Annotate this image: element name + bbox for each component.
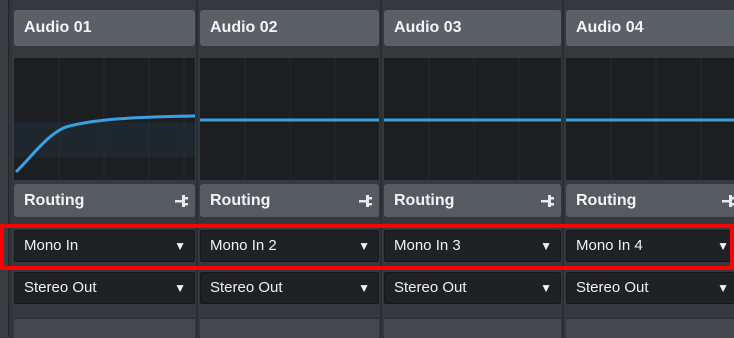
routing-section-header[interactable]: Routing bbox=[200, 184, 379, 217]
channel-name[interactable]: Audio 01 bbox=[14, 10, 195, 46]
dropdown-arrow-icon: ▼ bbox=[717, 239, 729, 253]
eq-curve-display[interactable] bbox=[384, 58, 561, 180]
output-routing-dropdown[interactable]: Stereo Out ▼ bbox=[566, 272, 734, 304]
output-routing-value: Stereo Out bbox=[576, 279, 649, 296]
mixer-left-edge bbox=[0, 0, 9, 337]
dropdown-arrow-icon: ▼ bbox=[174, 281, 186, 295]
channel-footer bbox=[14, 318, 195, 338]
output-routing-value: Stereo Out bbox=[394, 279, 467, 296]
routing-icon[interactable] bbox=[720, 193, 734, 209]
channel-footer bbox=[566, 318, 734, 338]
channel-strip-audio-02: Audio 02 Routing Mono In 2 ▼ Stereo Out … bbox=[198, 0, 382, 338]
channel-name[interactable]: Audio 03 bbox=[384, 10, 561, 46]
routing-section-header[interactable]: Routing bbox=[14, 184, 195, 217]
channel-footer bbox=[200, 318, 379, 338]
input-routing-dropdown[interactable]: Mono In 4 ▼ bbox=[566, 230, 734, 262]
routing-icon[interactable] bbox=[539, 193, 555, 209]
dropdown-arrow-icon: ▼ bbox=[358, 239, 370, 253]
dropdown-arrow-icon: ▼ bbox=[358, 281, 370, 295]
dropdown-arrow-icon: ▼ bbox=[174, 239, 186, 253]
eq-curve-display[interactable] bbox=[200, 58, 379, 180]
input-routing-value: Mono In 2 bbox=[210, 237, 277, 254]
output-routing-value: Stereo Out bbox=[24, 279, 97, 296]
input-routing-dropdown[interactable]: Mono In ▼ bbox=[14, 230, 195, 262]
channel-name[interactable]: Audio 02 bbox=[200, 10, 379, 46]
eq-curve-display[interactable] bbox=[14, 58, 195, 180]
output-routing-dropdown[interactable]: Stereo Out ▼ bbox=[14, 272, 195, 304]
input-routing-dropdown[interactable]: Mono In 3 ▼ bbox=[384, 230, 561, 262]
routing-icon[interactable] bbox=[357, 193, 373, 209]
routing-section-header[interactable]: Routing bbox=[384, 184, 561, 217]
dropdown-arrow-icon: ▼ bbox=[717, 281, 729, 295]
output-routing-dropdown[interactable]: Stereo Out ▼ bbox=[384, 272, 561, 304]
output-routing-dropdown[interactable]: Stereo Out ▼ bbox=[200, 272, 379, 304]
input-routing-value: Mono In bbox=[24, 237, 79, 254]
channel-strip-audio-01: Audio 01 Routing Mono In ▼ Stereo Out ▼ bbox=[12, 0, 198, 338]
channel-footer bbox=[384, 318, 561, 338]
dropdown-arrow-icon: ▼ bbox=[540, 239, 552, 253]
routing-label: Routing bbox=[210, 192, 271, 209]
output-routing-value: Stereo Out bbox=[210, 279, 283, 296]
input-routing-dropdown[interactable]: Mono In 2 ▼ bbox=[200, 230, 379, 262]
channel-strip-audio-04: Audio 04 Routing Mono In 4 ▼ Stereo Out … bbox=[564, 0, 734, 338]
channel-strip-audio-03: Audio 03 Routing Mono In 3 ▼ Stereo Out … bbox=[382, 0, 564, 338]
routing-label: Routing bbox=[24, 192, 85, 209]
routing-label: Routing bbox=[576, 192, 637, 209]
dropdown-arrow-icon: ▼ bbox=[540, 281, 552, 295]
routing-section-header[interactable]: Routing bbox=[566, 184, 734, 217]
routing-label: Routing bbox=[394, 192, 455, 209]
eq-curve-display[interactable] bbox=[566, 58, 734, 180]
channel-name[interactable]: Audio 04 bbox=[566, 10, 734, 46]
input-routing-value: Mono In 4 bbox=[576, 237, 643, 254]
routing-icon[interactable] bbox=[173, 193, 189, 209]
input-routing-value: Mono In 3 bbox=[394, 237, 461, 254]
